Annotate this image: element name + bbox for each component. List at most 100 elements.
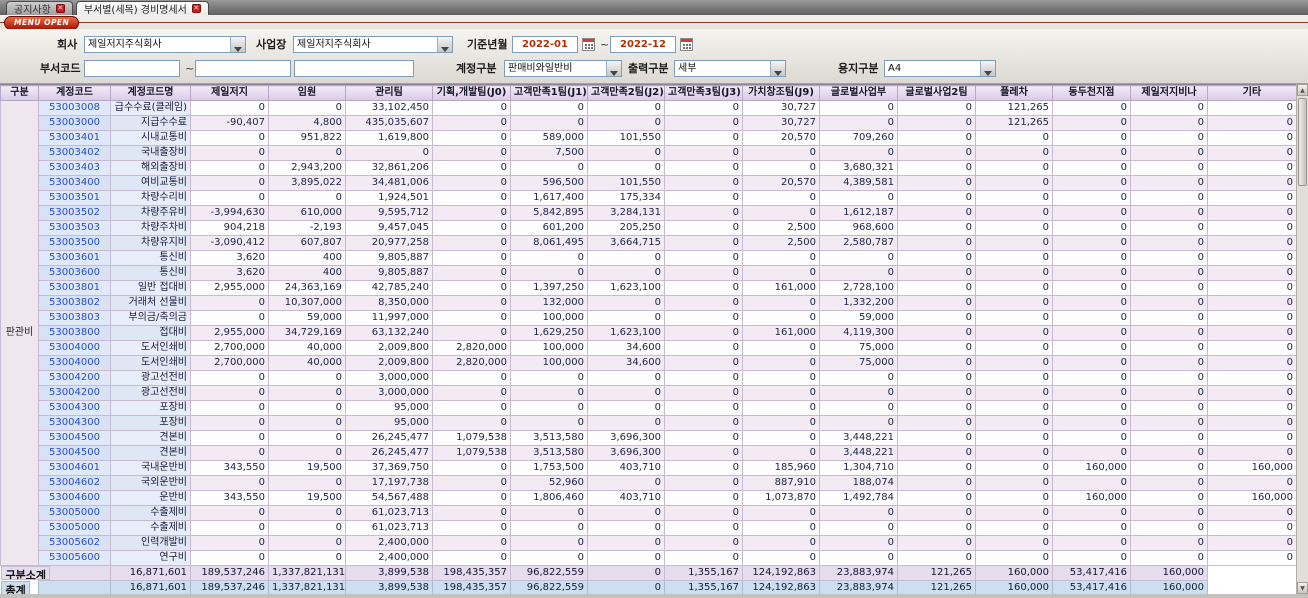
- account-code-cell[interactable]: 53004300: [38, 400, 111, 416]
- table-row[interactable]: 53004000 도서인쇄비 2,700,000 40,000 2,009,800 2,8…: [1, 355, 1297, 371]
- amount-cell[interactable]: 160,000: [1207, 460, 1297, 476]
- amount-cell[interactable]: 0: [742, 520, 820, 536]
- account-name-cell[interactable]: 여비교통비: [110, 175, 191, 191]
- vertical-scrollbar[interactable]: ▲ ▼: [1296, 84, 1308, 594]
- close-icon[interactable]: ✕: [55, 4, 65, 13]
- amount-cell[interactable]: 0: [1052, 130, 1131, 146]
- account-code-cell[interactable]: 53005000: [38, 505, 111, 521]
- amount-cell[interactable]: 0: [1207, 205, 1297, 221]
- amount-cell[interactable]: 0: [432, 400, 511, 416]
- amount-cell[interactable]: 0: [975, 190, 1053, 206]
- account-code-cell[interactable]: 53003000: [38, 115, 111, 131]
- amount-cell[interactable]: 175,334: [587, 190, 665, 206]
- amount-cell[interactable]: 2,955,000: [190, 325, 269, 341]
- table-row[interactable]: 53003500 차량유지비 -3,090,412 607,807 20,977,258…: [1, 235, 1297, 251]
- amount-cell[interactable]: 0: [819, 520, 898, 536]
- amount-cell[interactable]: 0: [587, 160, 665, 176]
- amount-cell[interactable]: 0: [587, 370, 665, 386]
- period-to-input[interactable]: 2022-12: [610, 36, 676, 53]
- amount-cell[interactable]: 0: [664, 175, 743, 191]
- amount-cell[interactable]: 0: [1130, 505, 1208, 521]
- amount-cell[interactable]: 0: [268, 505, 346, 521]
- amount-cell[interactable]: 0: [975, 250, 1053, 266]
- account-code-cell[interactable]: 53004200: [38, 370, 111, 386]
- amount-cell[interactable]: 0: [1052, 370, 1131, 386]
- amount-cell[interactable]: 0: [1207, 400, 1297, 416]
- amount-cell[interactable]: 0: [345, 145, 433, 161]
- paper-type-select[interactable]: A4: [884, 60, 996, 77]
- amount-cell[interactable]: 0: [819, 370, 898, 386]
- amount-cell[interactable]: 0: [1207, 130, 1297, 146]
- chevron-down-icon[interactable]: [770, 61, 785, 76]
- account-code-cell[interactable]: 53004000: [38, 355, 111, 371]
- amount-cell[interactable]: 0: [897, 460, 976, 476]
- column-header[interactable]: 동두천지점: [1052, 85, 1131, 101]
- amount-cell[interactable]: 0: [190, 445, 269, 461]
- amount-cell[interactable]: 0: [432, 490, 511, 506]
- amount-cell[interactable]: 0: [510, 370, 588, 386]
- table-row[interactable]: 53004500 견본비 0 0 26,245,477 1,079,538 3,513,58…: [1, 445, 1297, 461]
- amount-cell[interactable]: 0: [1052, 430, 1131, 446]
- amount-cell[interactable]: 0: [432, 325, 511, 341]
- amount-cell[interactable]: 0: [897, 175, 976, 191]
- column-header[interactable]: 임원: [268, 85, 346, 101]
- amount-cell[interactable]: 0: [897, 370, 976, 386]
- table-row[interactable]: 53003000 지급수수료 -90,407 4,800 435,035,607 0 0 0 0…: [1, 115, 1297, 131]
- amount-cell[interactable]: 403,710: [587, 460, 665, 476]
- amount-cell[interactable]: 0: [1130, 460, 1208, 476]
- amount-cell[interactable]: 0: [819, 415, 898, 431]
- amount-cell[interactable]: 0: [1130, 190, 1208, 206]
- column-header[interactable]: 글로벌사업2팀: [897, 85, 976, 101]
- amount-cell[interactable]: 0: [1052, 385, 1131, 401]
- amount-cell[interactable]: 30,727: [742, 100, 820, 116]
- amount-cell[interactable]: 596,500: [510, 175, 588, 191]
- amount-cell[interactable]: 1,806,460: [510, 490, 588, 506]
- amount-cell[interactable]: 0: [1207, 310, 1297, 326]
- amount-cell[interactable]: 0: [897, 355, 976, 371]
- amount-cell[interactable]: 0: [432, 505, 511, 521]
- table-row[interactable]: 53003400 여비교통비 0 3,895,022 34,481,006 0 596,50…: [1, 175, 1297, 191]
- account-code-cell[interactable]: 53003802: [38, 295, 111, 311]
- amount-cell[interactable]: 0: [190, 400, 269, 416]
- amount-cell[interactable]: 3,448,221: [819, 445, 898, 461]
- table-row[interactable]: 53004000 도서인쇄비 2,700,000 40,000 2,009,800 2,8…: [1, 340, 1297, 356]
- table-row[interactable]: 53003801 일반 접대비 2,955,000 24,363,169 42,785,…: [1, 280, 1297, 296]
- amount-cell[interactable]: 0: [190, 130, 269, 146]
- table-row[interactable]: 53004602 국외운반비 0 0 17,197,738 0 52,960 0 0 887,91…: [1, 475, 1297, 491]
- amount-cell[interactable]: 0: [190, 385, 269, 401]
- amount-cell[interactable]: 0: [975, 385, 1053, 401]
- account-name-cell[interactable]: 수출제비: [110, 520, 191, 536]
- amount-cell[interactable]: 0: [587, 550, 665, 566]
- amount-cell[interactable]: 0: [897, 430, 976, 446]
- amount-cell[interactable]: 40,000: [268, 340, 346, 356]
- amount-cell[interactable]: 0: [897, 145, 976, 161]
- subtotal-row[interactable]: 구분소계 16,871,601 189,537,246 1,337,821,131 3,…: [0, 565, 1297, 581]
- amount-cell[interactable]: 0: [1207, 250, 1297, 266]
- amount-cell[interactable]: 0: [268, 100, 346, 116]
- chevron-down-icon[interactable]: [437, 37, 452, 52]
- amount-cell[interactable]: 0: [432, 535, 511, 551]
- amount-cell[interactable]: 0: [664, 505, 743, 521]
- amount-cell[interactable]: 0: [1052, 280, 1131, 296]
- table-row[interactable]: 53003600 통신비 3,620 400 9,805,887 0 0 0 0 0 0 0 0 0 0 0: [1, 265, 1297, 281]
- amount-cell[interactable]: 3,696,300: [587, 445, 665, 461]
- amount-cell[interactable]: 0: [1207, 445, 1297, 461]
- amount-cell[interactable]: 0: [1052, 160, 1131, 176]
- amount-cell[interactable]: 0: [742, 265, 820, 281]
- table-row[interactable]: 53005602 인력개발비 0 0 2,400,000 0 0 0 0 0 0 0 0 0 0 0: [1, 535, 1297, 551]
- amount-cell[interactable]: 0: [1130, 220, 1208, 236]
- amount-cell[interactable]: 0: [587, 415, 665, 431]
- amount-cell[interactable]: 400: [268, 265, 346, 281]
- amount-cell[interactable]: 1,617,400: [510, 190, 588, 206]
- amount-cell[interactable]: 951,822: [268, 130, 346, 146]
- amount-cell[interactable]: 0: [664, 340, 743, 356]
- amount-cell[interactable]: 0: [897, 100, 976, 116]
- amount-cell[interactable]: 161,000: [742, 280, 820, 296]
- amount-cell[interactable]: 0: [1130, 160, 1208, 176]
- chevron-down-icon[interactable]: [980, 61, 995, 76]
- amount-cell[interactable]: 75,000: [819, 340, 898, 356]
- account-code-cell[interactable]: 53003402: [38, 145, 111, 161]
- column-header[interactable]: 제일저지: [190, 85, 269, 101]
- amount-cell[interactable]: 0: [190, 550, 269, 566]
- tab-expense-report[interactable]: 부서별(세목) 경비명세서 ✕: [75, 1, 209, 16]
